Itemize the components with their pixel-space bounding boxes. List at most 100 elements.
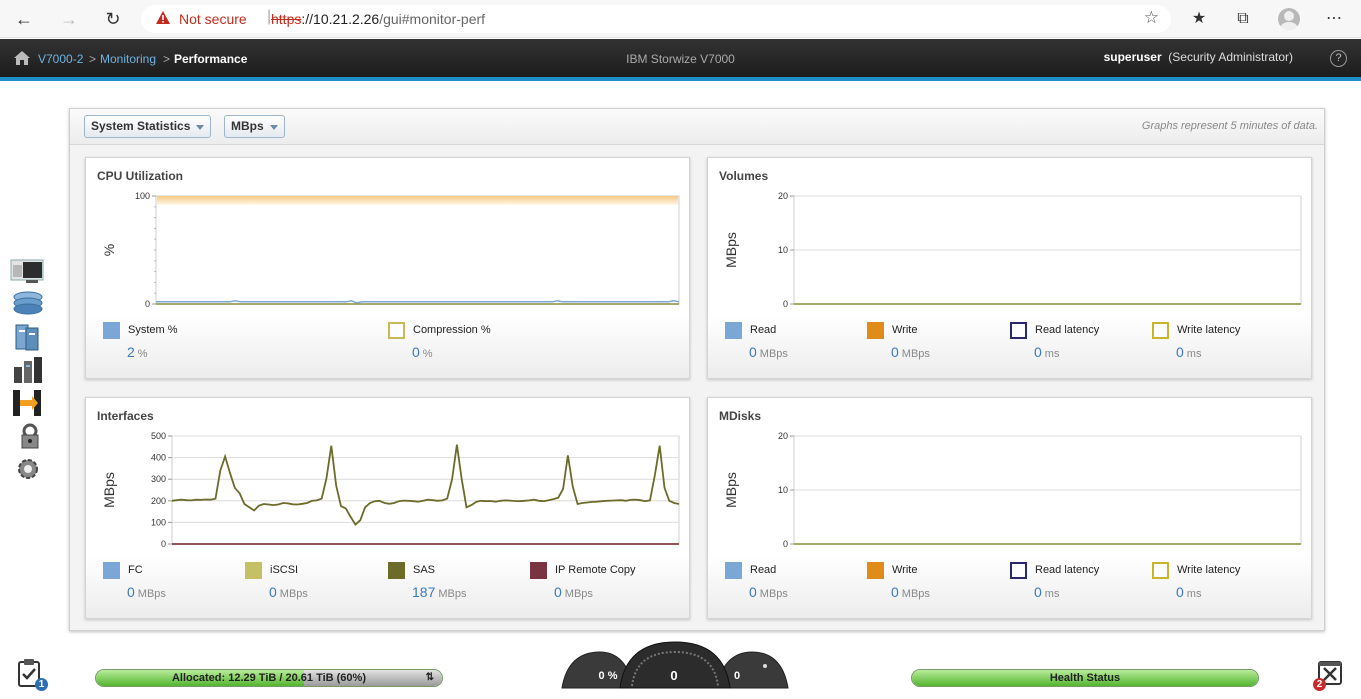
legend-unit: ms (1186, 588, 1202, 600)
profile-avatar[interactable] (1278, 8, 1300, 30)
address-bar[interactable]: Not secure | https://10.21.2.26/gui#moni… (141, 5, 1171, 33)
legend-value: 0 ms (1034, 344, 1059, 360)
volumes-chart: 0 10 20 MBps (723, 191, 1302, 309)
user-info[interactable]: superuser (Security Administrator) (1104, 50, 1293, 64)
url-path: /gui#monitor-perf (379, 11, 486, 27)
legend-unit: % (137, 348, 148, 360)
legend-swatch (867, 562, 884, 579)
legend-label: IP Remote Copy (555, 564, 636, 576)
legend-unit: MBps (759, 588, 788, 600)
bandwidth-gauge-value: 0 (670, 668, 678, 683)
legend-number: 0 (127, 584, 135, 600)
legend-unit: % (422, 348, 433, 360)
y-tick-label: 20 (778, 431, 788, 441)
y-tick-label: 100 (151, 517, 166, 527)
performance-panel: System Statistics MBps Graphs represent … (69, 108, 1325, 631)
chevron-down-icon (196, 125, 204, 130)
legend-number: 0 (1034, 344, 1042, 360)
url-host: ://10.21.2.26 (301, 11, 380, 27)
cpu-utilization-card: CPU Utilization 0 100% System % 2% Compress… (85, 157, 690, 379)
legend-label: SAS (413, 564, 436, 576)
y-tick-label: 0 (783, 299, 788, 309)
y-axis-label: MBps (101, 472, 117, 508)
legend-label: iSCSI (270, 564, 299, 576)
monitoring-nav-icon[interactable] (10, 256, 46, 286)
url-scheme: https (271, 11, 302, 27)
pools-nav-icon[interactable] (10, 289, 46, 319)
legend-value: 0 MBps (269, 584, 308, 600)
legend-label: Write (892, 564, 918, 576)
security-label: Not secure (179, 11, 247, 27)
y-tick-label: 400 (151, 453, 166, 463)
more-options-icon[interactable]: ⋯ (1323, 8, 1345, 30)
legend-value: 187 MBps (412, 584, 466, 600)
forward-arrow-icon[interactable]: → (57, 7, 81, 31)
legend-label: Write latency (1177, 324, 1241, 336)
legend-swatch (1010, 562, 1027, 579)
y-axis-label: % (101, 244, 117, 256)
y-tick-label: 20 (778, 191, 788, 201)
legend-unit: MBps (564, 588, 593, 600)
legend-value: 0 MBps (127, 584, 166, 600)
alerts-count-badge: 2 (1313, 678, 1326, 691)
legend-label: Write latency (1177, 564, 1241, 576)
y-tick-label: 300 (151, 474, 166, 484)
add-favorite-icon[interactable]: ☆ (1144, 8, 1159, 28)
legend-number: 0 (554, 584, 562, 600)
legend-swatch (103, 322, 120, 339)
legend-value: 0 MBps (891, 584, 930, 600)
capacity-label: Allocated: 12.29 TiB / 20.61 TiB (60%) (171, 672, 366, 684)
legend-value: 0% (412, 344, 433, 360)
legend-label: Read latency (1035, 324, 1100, 336)
collections-icon[interactable]: ⧉ (1232, 8, 1254, 30)
legend-unit: MBps (901, 588, 930, 600)
legend-swatch (388, 322, 405, 339)
capacity-allocation-bar[interactable]: Allocated: 12.29 TiB / 20.61 TiB (60%) ⇅ (95, 669, 443, 687)
mdisks-card: MDisks 0 10 20 MBps Read 0 MBps Write 0 MBps Read… (707, 397, 1312, 619)
legend-value: 0 ms (1176, 584, 1201, 600)
chevron-down-icon (270, 125, 278, 130)
legend-unit: MBps (137, 588, 166, 600)
settings-nav-icon[interactable] (10, 454, 46, 484)
legend-number: 0 (1176, 344, 1184, 360)
y-tick-label: 0 (161, 539, 166, 549)
statistics-select[interactable]: System Statistics (84, 115, 211, 138)
panel-toolbar: System Statistics MBps Graphs represent … (70, 109, 1324, 145)
legend-number: 187 (412, 584, 436, 600)
legend-unit: ms (1186, 348, 1202, 360)
reload-icon[interactable]: ↻ (101, 7, 125, 31)
app-header: V7000-2 > Monitoring > Performance IBM S… (0, 39, 1361, 81)
warning-icon (156, 11, 170, 24)
favorites-icon[interactable]: ★ (1188, 8, 1210, 30)
legend-number: 0 (412, 344, 420, 360)
legend-swatch (1152, 562, 1169, 579)
header-accent-line (0, 77, 1361, 81)
legend-number: 0 (749, 344, 757, 360)
help-icon[interactable]: ? (1330, 50, 1347, 67)
legend-label: FC (128, 564, 143, 576)
unit-select[interactable]: MBps (224, 115, 285, 138)
legend-label: Read (750, 564, 777, 576)
legend-label: Write (892, 324, 918, 336)
y-tick-label: 0 (783, 539, 788, 549)
cpu-gauge-value: 0 % (598, 670, 618, 682)
legend-label: Compression % (413, 324, 491, 336)
unit-select-value: MBps (231, 119, 264, 133)
legend-value: 0 MBps (749, 344, 788, 360)
cpu-capacity-band (157, 196, 678, 205)
health-status-bar[interactable]: Health Status (911, 669, 1259, 687)
legend-number: 0 (1176, 584, 1184, 600)
legend-number: 0 (269, 584, 277, 600)
legend-unit: MBps (901, 348, 930, 360)
legend-value: 2% (127, 344, 148, 360)
user-name: superuser (1103, 50, 1162, 64)
back-arrow-icon[interactable]: ← (12, 7, 36, 31)
y-tick-label: 0 (145, 299, 150, 309)
volumes-nav-icon[interactable] (10, 322, 46, 352)
access-nav-icon[interactable] (10, 421, 46, 451)
legend-label: Read (750, 324, 777, 336)
legend-unit: MBps (438, 588, 467, 600)
legend-unit: ms (1044, 588, 1060, 600)
hosts-nav-icon[interactable] (10, 355, 46, 385)
copy-services-nav-icon[interactable] (10, 388, 46, 418)
